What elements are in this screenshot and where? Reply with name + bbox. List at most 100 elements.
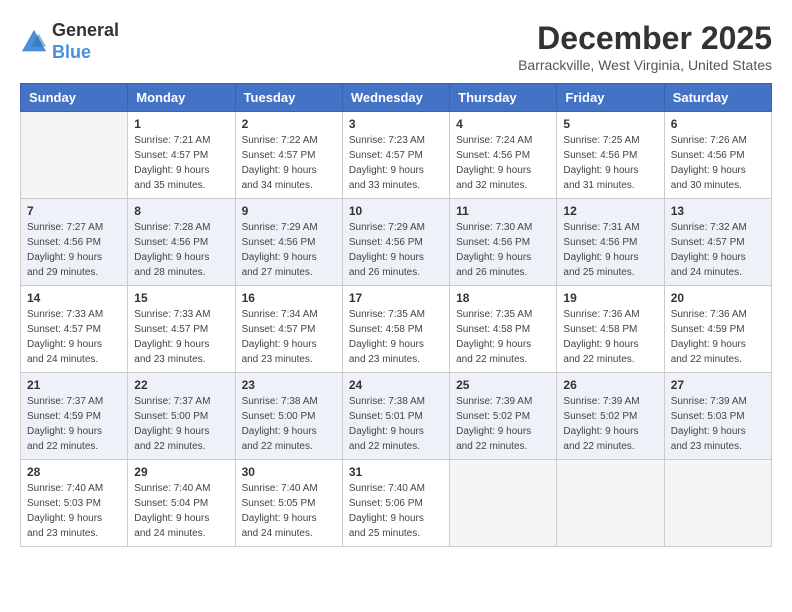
calendar-cell: 5 Sunrise: 7:25 AM Sunset: 4:56 PM Daylig… xyxy=(557,112,664,199)
calendar-cell: 17 Sunrise: 7:35 AM Sunset: 4:58 PM Dayli… xyxy=(342,286,449,373)
week-row-1: 1Sunrise: 7:21 AM Sunset: 4:57 PM Daylig… xyxy=(21,112,772,199)
calendar-cell: 20 Sunrise: 7:36 AM Sunset: 4:59 PM Dayli… xyxy=(664,286,771,373)
day-info: Sunrise: 7:36 AM Sunset: 4:59 PM Dayligh… xyxy=(671,307,765,367)
day-info: Sunrise: 7:35 AM Sunset: 4:58 PM Dayligh… xyxy=(349,307,443,367)
day-info: Sunrise: 7:37 AM Sunset: 5:00 PM Dayligh… xyxy=(134,394,228,454)
day-info: Sunrise: 7:29 AM Sunset: 4:56 PM Dayligh… xyxy=(349,220,443,280)
calendar-cell: 11Sunrise: 7:30 AM Sunset: 4:56 PM Dayli… xyxy=(450,199,557,286)
day-number: 18 xyxy=(456,291,550,305)
calendar-subtitle: Barrackville, West Virginia, United Stat… xyxy=(518,57,772,73)
day-info: Sunrise: 7:31 AM Sunset: 4:56 PM Dayligh… xyxy=(563,220,657,280)
calendar-cell: 26 Sunrise: 7:39 AM Sunset: 5:02 PM Dayli… xyxy=(557,373,664,460)
calendar-cell xyxy=(450,460,557,547)
day-number: 25 xyxy=(456,378,550,392)
day-number: 30 xyxy=(242,465,336,479)
header-saturday: Saturday xyxy=(664,84,771,112)
logo-icon xyxy=(20,28,48,56)
day-info: Sunrise: 7:34 AM Sunset: 4:57 PM Dayligh… xyxy=(242,307,336,367)
page-header: General Blue December 2025 Barrackville,… xyxy=(20,20,772,73)
day-info: Sunrise: 7:28 AM Sunset: 4:56 PM Dayligh… xyxy=(134,220,228,280)
day-info: Sunrise: 7:25 AM Sunset: 4:56 PM Dayligh… xyxy=(563,133,657,193)
day-number: 5 xyxy=(563,117,657,131)
calendar-cell: 16Sunrise: 7:34 AM Sunset: 4:57 PM Dayli… xyxy=(235,286,342,373)
logo-text-blue: Blue xyxy=(52,42,119,64)
calendar-cell: 14 Sunrise: 7:33 AM Sunset: 4:57 PM Dayli… xyxy=(21,286,128,373)
calendar-cell xyxy=(557,460,664,547)
calendar-cell: 19 Sunrise: 7:36 AM Sunset: 4:58 PM Dayli… xyxy=(557,286,664,373)
day-number: 22 xyxy=(134,378,228,392)
calendar-cell: 18 Sunrise: 7:35 AM Sunset: 4:58 PM Dayli… xyxy=(450,286,557,373)
day-number: 26 xyxy=(563,378,657,392)
calendar-cell: 15Sunrise: 7:33 AM Sunset: 4:57 PM Dayli… xyxy=(128,286,235,373)
day-info: Sunrise: 7:29 AM Sunset: 4:56 PM Dayligh… xyxy=(242,220,336,280)
logo: General Blue xyxy=(20,20,119,63)
day-number: 6 xyxy=(671,117,765,131)
day-number: 12 xyxy=(563,204,657,218)
calendar-cell xyxy=(21,112,128,199)
day-info: Sunrise: 7:26 AM Sunset: 4:56 PM Dayligh… xyxy=(671,133,765,193)
calendar-cell: 22 Sunrise: 7:37 AM Sunset: 5:00 PM Dayli… xyxy=(128,373,235,460)
calendar-cell: 21 Sunrise: 7:37 AM Sunset: 4:59 PM Dayli… xyxy=(21,373,128,460)
day-number: 7 xyxy=(27,204,121,218)
day-info: Sunrise: 7:27 AM Sunset: 4:56 PM Dayligh… xyxy=(27,220,121,280)
day-info: Sunrise: 7:39 AM Sunset: 5:02 PM Dayligh… xyxy=(563,394,657,454)
header-monday: Monday xyxy=(128,84,235,112)
header-friday: Friday xyxy=(557,84,664,112)
day-info: Sunrise: 7:36 AM Sunset: 4:58 PM Dayligh… xyxy=(563,307,657,367)
day-info: Sunrise: 7:40 AM Sunset: 5:03 PM Dayligh… xyxy=(27,481,121,541)
day-number: 20 xyxy=(671,291,765,305)
day-info: Sunrise: 7:30 AM Sunset: 4:56 PM Dayligh… xyxy=(456,220,550,280)
day-number: 28 xyxy=(27,465,121,479)
day-number: 3 xyxy=(349,117,443,131)
week-row-3: 14 Sunrise: 7:33 AM Sunset: 4:57 PM Dayli… xyxy=(21,286,772,373)
header-thursday: Thursday xyxy=(450,84,557,112)
day-number: 13 xyxy=(671,204,765,218)
day-info: Sunrise: 7:38 AM Sunset: 5:01 PM Dayligh… xyxy=(349,394,443,454)
calendar-table: SundayMondayTuesdayWednesdayThursdayFrid… xyxy=(20,83,772,547)
day-info: Sunrise: 7:35 AM Sunset: 4:58 PM Dayligh… xyxy=(456,307,550,367)
day-info: Sunrise: 7:33 AM Sunset: 4:57 PM Dayligh… xyxy=(27,307,121,367)
calendar-cell: 12 Sunrise: 7:31 AM Sunset: 4:56 PM Dayli… xyxy=(557,199,664,286)
calendar-cell xyxy=(664,460,771,547)
calendar-cell: 3 Sunrise: 7:23 AM Sunset: 4:57 PM Daylig… xyxy=(342,112,449,199)
week-row-4: 21 Sunrise: 7:37 AM Sunset: 4:59 PM Dayli… xyxy=(21,373,772,460)
week-row-2: 7 Sunrise: 7:27 AM Sunset: 4:56 PM Daylig… xyxy=(21,199,772,286)
day-number: 2 xyxy=(242,117,336,131)
day-info: Sunrise: 7:37 AM Sunset: 4:59 PM Dayligh… xyxy=(27,394,121,454)
day-info: Sunrise: 7:21 AM Sunset: 4:57 PM Dayligh… xyxy=(134,133,228,193)
day-number: 14 xyxy=(27,291,121,305)
day-number: 9 xyxy=(242,204,336,218)
day-number: 29 xyxy=(134,465,228,479)
day-info: Sunrise: 7:40 AM Sunset: 5:05 PM Dayligh… xyxy=(242,481,336,541)
calendar-cell: 4Sunrise: 7:24 AM Sunset: 4:56 PM Daylig… xyxy=(450,112,557,199)
day-info: Sunrise: 7:39 AM Sunset: 5:03 PM Dayligh… xyxy=(671,394,765,454)
day-number: 8 xyxy=(134,204,228,218)
day-number: 10 xyxy=(349,204,443,218)
day-number: 21 xyxy=(27,378,121,392)
day-number: 15 xyxy=(134,291,228,305)
calendar-cell: 29 Sunrise: 7:40 AM Sunset: 5:04 PM Dayli… xyxy=(128,460,235,547)
day-info: Sunrise: 7:40 AM Sunset: 5:06 PM Dayligh… xyxy=(349,481,443,541)
calendar-cell: 30 Sunrise: 7:40 AM Sunset: 5:05 PM Dayli… xyxy=(235,460,342,547)
day-number: 17 xyxy=(349,291,443,305)
calendar-cell: 6 Sunrise: 7:26 AM Sunset: 4:56 PM Daylig… xyxy=(664,112,771,199)
calendar-cell: 2 Sunrise: 7:22 AM Sunset: 4:57 PM Daylig… xyxy=(235,112,342,199)
title-section: December 2025 Barrackville, West Virgini… xyxy=(518,20,772,73)
calendar-cell: 8 Sunrise: 7:28 AM Sunset: 4:56 PM Daylig… xyxy=(128,199,235,286)
calendar-title: December 2025 xyxy=(518,20,772,57)
day-info: Sunrise: 7:39 AM Sunset: 5:02 PM Dayligh… xyxy=(456,394,550,454)
day-number: 4 xyxy=(456,117,550,131)
day-number: 19 xyxy=(563,291,657,305)
day-info: Sunrise: 7:38 AM Sunset: 5:00 PM Dayligh… xyxy=(242,394,336,454)
day-info: Sunrise: 7:23 AM Sunset: 4:57 PM Dayligh… xyxy=(349,133,443,193)
day-number: 23 xyxy=(242,378,336,392)
calendar-cell: 9 Sunrise: 7:29 AM Sunset: 4:56 PM Daylig… xyxy=(235,199,342,286)
calendar-cell: 28 Sunrise: 7:40 AM Sunset: 5:03 PM Dayli… xyxy=(21,460,128,547)
day-info: Sunrise: 7:40 AM Sunset: 5:04 PM Dayligh… xyxy=(134,481,228,541)
day-number: 24 xyxy=(349,378,443,392)
day-number: 31 xyxy=(349,465,443,479)
calendar-cell: 25 Sunrise: 7:39 AM Sunset: 5:02 PM Dayli… xyxy=(450,373,557,460)
header-tuesday: Tuesday xyxy=(235,84,342,112)
day-info: Sunrise: 7:32 AM Sunset: 4:57 PM Dayligh… xyxy=(671,220,765,280)
day-info: Sunrise: 7:22 AM Sunset: 4:57 PM Dayligh… xyxy=(242,133,336,193)
